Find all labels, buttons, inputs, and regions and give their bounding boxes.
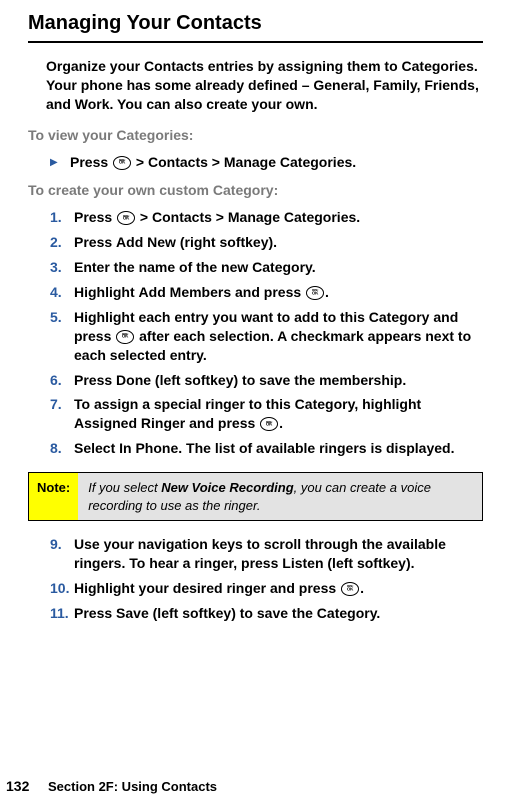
t: Press xyxy=(74,209,116,225)
view-step-row: ▶ Press > Contacts > Manage Categories. xyxy=(50,153,483,172)
text-press: Press xyxy=(70,154,112,170)
step-number: 6. xyxy=(50,371,74,390)
t: (right softkey). xyxy=(176,234,277,250)
title-rule xyxy=(28,41,483,43)
t: . The list of available ringers is displ… xyxy=(178,440,454,456)
step-4: 4. Highlight Add Members and press . xyxy=(50,283,483,302)
step-11: 11. Press Save (left softkey) to save th… xyxy=(50,604,483,623)
triangle-bullet-icon: ▶ xyxy=(50,153,70,172)
step-text: Enter the name of the new Category. xyxy=(74,258,483,277)
t: (left softkey) to save the membership. xyxy=(151,372,406,388)
t: Select xyxy=(74,440,119,456)
t: If you select xyxy=(88,480,161,495)
t: Manage Categories xyxy=(228,209,356,225)
t: Assigned Ringer xyxy=(74,415,185,431)
step-text: Select In Phone. The list of available r… xyxy=(74,439,483,458)
view-categories-heading: To view your Categories: xyxy=(28,126,483,145)
gt1: > xyxy=(132,154,148,170)
t: > xyxy=(136,209,152,225)
step-number: 1. xyxy=(50,208,74,227)
t: Press xyxy=(74,372,116,388)
note-box: Note: If you select New Voice Recording,… xyxy=(28,472,483,521)
t: Add New xyxy=(116,234,176,250)
create-category-heading: To create your own custom Category: xyxy=(28,181,483,200)
step-1: 1. Press > Contacts > Manage Categories. xyxy=(50,208,483,227)
menu-ok-key-icon xyxy=(117,211,135,225)
step-text: To assign a special ringer to this Categ… xyxy=(74,395,483,433)
intro-paragraph: Organize your Contacts entries by assign… xyxy=(46,57,483,114)
t: Add Members xyxy=(139,284,232,300)
step-text: Highlight each entry you want to add to … xyxy=(74,308,483,365)
t: . xyxy=(325,284,329,300)
t: (left softkey) to save the Category. xyxy=(149,605,381,621)
page-footer: 132 Section 2F: Using Contacts xyxy=(0,777,217,796)
step-number: 2. xyxy=(50,233,74,252)
step-7: 7. To assign a special ringer to this Ca… xyxy=(50,395,483,433)
step-8: 8. Select In Phone. The list of availabl… xyxy=(50,439,483,458)
t: . xyxy=(279,415,283,431)
step-number: 10. xyxy=(50,579,74,598)
period: . xyxy=(352,154,356,170)
t: Done xyxy=(116,372,151,388)
note-body: If you select New Voice Recording, you c… xyxy=(78,473,482,520)
t: (left softkey). xyxy=(324,555,415,571)
menu-ok-key-icon xyxy=(116,330,134,344)
t: Highlight your desired ringer and press xyxy=(74,580,340,596)
step-text: Press > Contacts > Manage Categories. xyxy=(74,208,483,227)
t: after each selection. A checkmark appear… xyxy=(74,328,471,363)
step-6: 6. Press Done (left softkey) to save the… xyxy=(50,371,483,390)
step-number: 9. xyxy=(50,535,74,573)
step-number: 4. xyxy=(50,283,74,302)
t: Listen xyxy=(282,555,323,571)
t: and press xyxy=(185,415,259,431)
step-text: Press Save (left softkey) to save the Ca… xyxy=(74,604,483,623)
step-text: Use your navigation keys to scroll throu… xyxy=(74,535,483,573)
t: and press xyxy=(231,284,305,300)
step-9: 9. Use your navigation keys to scroll th… xyxy=(50,535,483,573)
step-number: 3. xyxy=(50,258,74,277)
view-step-text: Press > Contacts > Manage Categories. xyxy=(70,153,356,172)
page-number: 132 xyxy=(0,777,48,796)
t: In Phone xyxy=(119,440,178,456)
t: . xyxy=(356,209,360,225)
gt2: > xyxy=(208,154,224,170)
note-label: Note: xyxy=(29,473,78,520)
t: Contacts xyxy=(152,209,212,225)
step-text: Press Done (left softkey) to save the me… xyxy=(74,371,483,390)
t: Press xyxy=(74,605,116,621)
menu-ok-key-icon xyxy=(260,417,278,431)
menu-ok-key-icon xyxy=(306,286,324,300)
step-number: 5. xyxy=(50,308,74,365)
section-label: Section 2F: Using Contacts xyxy=(48,778,217,796)
step-number: 11. xyxy=(50,604,74,623)
contacts-label: Contacts xyxy=(148,154,208,170)
step-text: Highlight Add Members and press . xyxy=(74,283,483,302)
step-text: Press Add New (right softkey). xyxy=(74,233,483,252)
t: To assign a special ringer to this Categ… xyxy=(74,396,421,412)
t: Save xyxy=(116,605,149,621)
step-10: 10. Highlight your desired ringer and pr… xyxy=(50,579,483,598)
step-number: 7. xyxy=(50,395,74,433)
step-5: 5. Highlight each entry you want to add … xyxy=(50,308,483,365)
manage-categories-label: Manage Categories xyxy=(224,154,352,170)
page-title: Managing Your Contacts xyxy=(28,10,483,37)
step-3: 3. Enter the name of the new Category. xyxy=(50,258,483,277)
t: . xyxy=(360,580,364,596)
t: > xyxy=(212,209,228,225)
step-number: 8. xyxy=(50,439,74,458)
menu-ok-key-icon xyxy=(113,156,131,170)
t: Highlight xyxy=(74,284,139,300)
t: New Voice Recording xyxy=(161,480,293,495)
step-2: 2. Press Add New (right softkey). xyxy=(50,233,483,252)
menu-ok-key-icon xyxy=(341,582,359,596)
t: Press xyxy=(74,234,116,250)
step-text: Highlight your desired ringer and press … xyxy=(74,579,483,598)
